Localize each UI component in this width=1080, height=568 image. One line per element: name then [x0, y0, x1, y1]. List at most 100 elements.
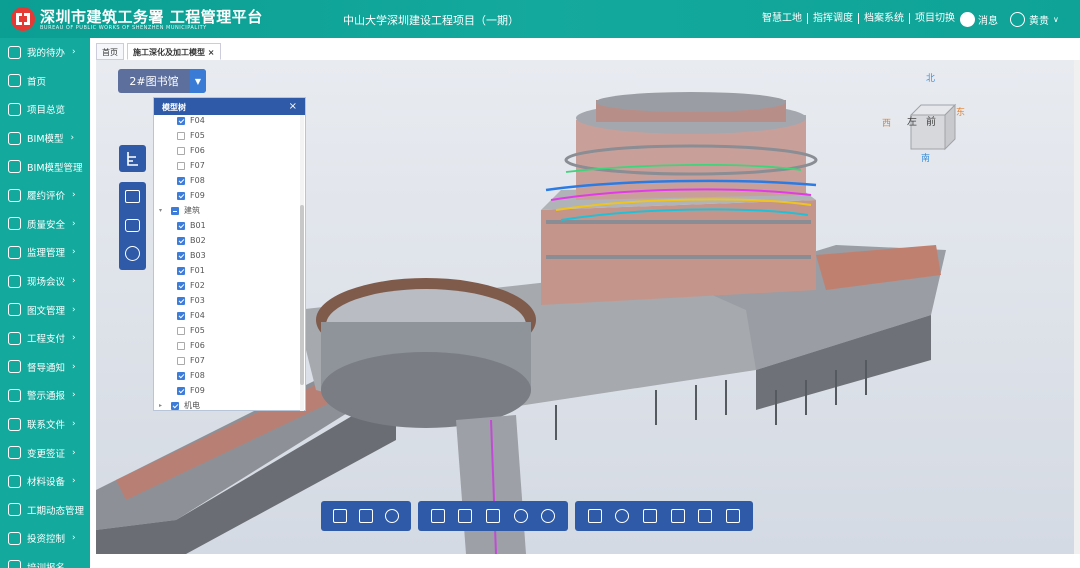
sidebar-item[interactable]: 督导通知 ›	[0, 353, 90, 382]
tree-node[interactable]: F02	[177, 278, 205, 293]
sidebar-item[interactable]: 质量安全 ›	[0, 210, 90, 239]
tree-checkbox[interactable]	[177, 161, 185, 170]
location-icon[interactable]	[359, 509, 373, 523]
tree-node[interactable]: F08	[177, 368, 205, 383]
compass-south[interactable]: 南	[921, 151, 930, 164]
list-icon[interactable]	[485, 509, 500, 523]
tree-checkbox[interactable]	[171, 401, 179, 410]
tree-node[interactable]: B03	[177, 248, 206, 263]
home-icon[interactable]	[333, 509, 347, 523]
tree-node[interactable]: F03	[177, 293, 205, 308]
tree-checkbox[interactable]	[177, 266, 185, 275]
sidebar-item[interactable]: 图文管理 ›	[0, 295, 90, 324]
tree-node[interactable]: F09	[177, 383, 205, 398]
view-cube[interactable]: 北 南 东 西 左 前	[882, 74, 965, 164]
tree-checkbox[interactable]	[177, 341, 185, 350]
tree-node[interactable]: F07	[177, 158, 205, 173]
dropdown-arrow-icon[interactable]: ▼	[190, 69, 206, 93]
orbit-icon[interactable]	[615, 509, 630, 523]
tree-node[interactable]: F07	[177, 353, 205, 368]
compass-west[interactable]: 西	[882, 116, 891, 129]
nav-smart-site[interactable]: 智慧工地	[757, 13, 808, 24]
sidebar-item[interactable]: 监理管理 ›	[0, 238, 90, 267]
tree-checkbox[interactable]	[177, 251, 185, 260]
sidebar-item[interactable]: 我的待办 ›	[0, 38, 90, 67]
model-viewer[interactable]: 2#图书馆 ▼ 模型树 × F04 F05 F06 F07 F08 F09 ▾ 建筑 B01 B0…	[96, 60, 1074, 554]
compass-north[interactable]: 北	[926, 71, 935, 84]
compass-east[interactable]: 东	[956, 105, 965, 118]
tree-node[interactable]: F06	[177, 338, 205, 353]
sidebar-item[interactable]: 警示通报 ›	[0, 381, 90, 410]
sidebar-item[interactable]: 工期动态管理	[0, 496, 90, 525]
pan-hand-icon[interactable]	[643, 509, 658, 523]
sidebar-item[interactable]: 工程支付 ›	[0, 324, 90, 353]
tree-node[interactable]: ▾ 建筑	[159, 203, 200, 218]
tab-home[interactable]: 首页	[96, 43, 124, 60]
sidebar-item[interactable]: 联系文件 ›	[0, 410, 90, 439]
user-menu[interactable]: 黄贵 ∨	[1010, 12, 1059, 27]
tree-checkbox[interactable]	[177, 281, 185, 290]
tree-checkbox[interactable]	[177, 386, 185, 395]
tree-node[interactable]: B01	[177, 218, 206, 233]
model-tree-toggle-button[interactable]	[119, 145, 146, 172]
settings-icon[interactable]	[125, 246, 140, 261]
person-icon[interactable]	[385, 509, 399, 523]
tree-checkbox[interactable]	[177, 326, 185, 335]
fullscreen-icon[interactable]	[726, 509, 741, 523]
tree-checkbox[interactable]	[177, 116, 185, 125]
tree-checkbox[interactable]	[177, 296, 185, 305]
tree-scrollbar[interactable]	[300, 115, 304, 411]
tree-checkbox[interactable]	[177, 356, 185, 365]
cube-face-front[interactable]: 前	[926, 113, 936, 128]
tree-checkbox[interactable]	[177, 191, 185, 200]
tree-checkbox[interactable]	[177, 146, 185, 155]
tree-node[interactable]: F08	[177, 173, 205, 188]
cube-face-left[interactable]: 左	[907, 113, 917, 128]
sidebar-item[interactable]: 材料设备 ›	[0, 467, 90, 496]
page-scrollbar[interactable]	[1074, 60, 1080, 554]
section-icon[interactable]	[458, 509, 473, 523]
fly-icon[interactable]	[670, 509, 685, 523]
sidebar-item[interactable]: 变更签证 ›	[0, 438, 90, 467]
sidebar-item[interactable]: 投资控制 ›	[0, 524, 90, 553]
tree-node[interactable]: F04	[177, 115, 205, 128]
tree-checkbox[interactable]	[177, 221, 185, 230]
tree-node[interactable]: F05	[177, 323, 205, 338]
tree-checkbox[interactable]	[171, 206, 179, 215]
tree-checkbox[interactable]	[177, 236, 185, 245]
sidebar-item[interactable]: 履约评价 ›	[0, 181, 90, 210]
target-icon[interactable]	[513, 509, 528, 523]
box-icon[interactable]	[587, 509, 602, 523]
tree-node[interactable]: F04	[177, 308, 205, 323]
nav-archive[interactable]: 档案系统	[859, 13, 910, 24]
nav-dispatch[interactable]: 指挥调度	[808, 13, 859, 24]
sidebar-item[interactable]: BIM模型管理	[0, 152, 90, 181]
tree-checkbox[interactable]	[177, 131, 185, 140]
tree-node[interactable]: ▸ 机电	[159, 398, 200, 411]
tree-checkbox[interactable]	[177, 311, 185, 320]
sidebar-item[interactable]: 现场会议 ›	[0, 267, 90, 296]
tree-node[interactable]: F01	[177, 263, 205, 278]
messages-button[interactable]: 消息	[960, 12, 998, 27]
camera-icon[interactable]	[125, 219, 140, 232]
close-icon[interactable]: ×	[289, 101, 297, 112]
tree-node[interactable]: B02	[177, 233, 206, 248]
tree-checkbox[interactable]	[177, 371, 185, 380]
expand-down-icon[interactable]: ▾	[159, 207, 166, 214]
tab-model[interactable]: 施工深化及加工模型 ×	[127, 43, 221, 60]
expand-right-icon[interactable]: ▸	[159, 402, 166, 409]
hide-icon[interactable]	[541, 509, 556, 523]
tree-node[interactable]: F05	[177, 128, 205, 143]
sidebar-item[interactable]: 培训报名	[0, 553, 90, 568]
measure-icon[interactable]	[430, 509, 445, 523]
comment-icon[interactable]	[125, 190, 140, 203]
tab-close-icon[interactable]: ×	[208, 48, 215, 57]
nav-project-switch[interactable]: 项目切换	[910, 13, 960, 24]
tree-checkbox[interactable]	[177, 176, 185, 185]
tree-node[interactable]: F09	[177, 188, 205, 203]
grid-icon[interactable]	[698, 509, 713, 523]
tree-node[interactable]: F06	[177, 143, 205, 158]
sidebar-item[interactable]: 项目总览	[0, 95, 90, 124]
sidebar-item[interactable]: BIM模型 ›	[0, 124, 90, 153]
sidebar-item[interactable]: 首页	[0, 67, 90, 96]
